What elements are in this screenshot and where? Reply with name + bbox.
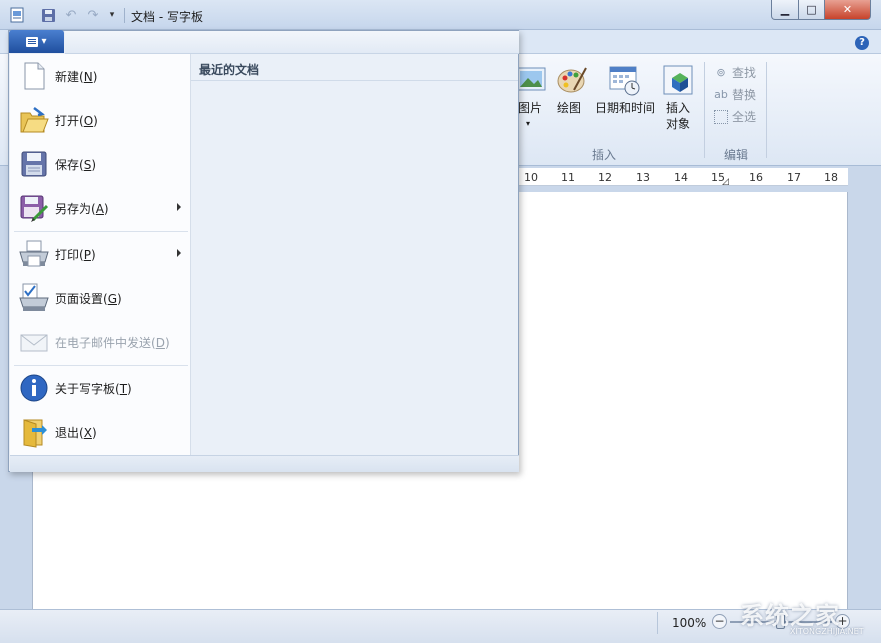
replace-button[interactable]: ab 替换	[714, 86, 756, 103]
ruler-tick: 13	[636, 171, 650, 184]
insert-object-label-line1: 插入	[666, 101, 691, 115]
recent-documents-title: 最近的文档	[199, 63, 260, 77]
status-separator	[657, 612, 658, 634]
menu-accelerator-key: A	[95, 202, 104, 216]
menu-top-strip	[65, 31, 519, 54]
binoculars-icon: ⊚	[716, 65, 726, 79]
find-label: 查找	[732, 66, 757, 80]
menu-accelerator-key: G	[107, 292, 118, 306]
menu-item-about[interactable]: 关于写字板(T)	[10, 366, 191, 410]
close-button[interactable]: ✕	[824, 0, 871, 20]
ribbon-group-separator-edit	[766, 62, 767, 158]
menu-accelerator-key: T	[119, 382, 128, 396]
date-time-button[interactable]: 日期和时间	[595, 100, 655, 116]
insert-object-label-line2: 对象	[666, 117, 691, 131]
ruler-tick: 10	[524, 171, 538, 184]
info-icon	[20, 374, 48, 402]
menu-accelerator-key: P	[83, 248, 91, 262]
recent-documents-panel: 最近的文档	[191, 54, 518, 455]
replace-label: 替换	[732, 88, 757, 102]
menu-item-exit[interactable]: 退出(X)	[10, 410, 191, 454]
replace-icon: ab	[714, 87, 728, 101]
menu-bottom-strip	[10, 455, 519, 472]
menu-item-send-email: 在电子邮件中发送(D)	[10, 320, 191, 364]
menu-item-save-as[interactable]: 另存为(A)	[10, 186, 191, 230]
menu-document-icon	[26, 36, 39, 47]
menu-accelerator-key: S	[83, 158, 92, 172]
ruler-tick: 17	[787, 171, 801, 184]
submenu-arrow-icon	[177, 203, 181, 211]
ruler-tick: 11	[561, 171, 575, 184]
find-button[interactable]: ⊚ 查找	[714, 64, 756, 81]
menu-accelerator-key: D	[155, 336, 165, 350]
select-all-label: 全选	[732, 110, 757, 124]
page-setup-icon	[19, 283, 49, 311]
menu-accelerator-key: O	[83, 114, 94, 128]
picture-dropdown-icon[interactable]: ▾	[526, 116, 530, 132]
title-bar: ↶ ↷ ▾ 文档 - 写字板 ▁ □ ✕	[0, 0, 881, 30]
application-menu: 新建(N) 打开(O) 保存(S) 另存为(A) 打印(P) 页面设置(G) 在…	[8, 30, 519, 472]
menu-item-label: 打印	[55, 248, 80, 262]
paint-drawing-button[interactable]: 绘图	[557, 100, 581, 116]
save-disk-icon	[21, 151, 47, 177]
watermark-subtext: XITONGZHIJIA.NET	[790, 627, 864, 636]
insert-object-button[interactable]: 插入 对象	[666, 100, 690, 132]
ribbon-group-separator	[704, 62, 705, 158]
minimize-button[interactable]: ▁	[771, 0, 799, 20]
paint-palette-icon[interactable]	[556, 64, 588, 96]
menu-item-label: 退出	[55, 426, 80, 440]
menu-item-label: 新建	[55, 70, 80, 84]
edit-group-label: 编辑	[724, 148, 749, 162]
select-all-button[interactable]: 全选	[714, 108, 756, 125]
menu-item-print[interactable]: 打印(P)	[10, 232, 191, 276]
open-folder-icon	[20, 107, 49, 133]
recent-documents-divider	[191, 80, 518, 81]
insert-group-label: 插入	[592, 148, 617, 162]
menu-item-open[interactable]: 打开(O)	[10, 98, 191, 142]
help-icon[interactable]: ?	[855, 36, 869, 50]
menu-dropdown-icon: ▾	[41, 36, 47, 47]
zoom-level: 100%	[672, 616, 707, 630]
quick-access-separator	[124, 8, 125, 23]
application-menu-button[interactable]: ▾	[9, 30, 64, 53]
menu-item-label: 关于写字板	[55, 382, 116, 396]
maximize-button[interactable]: □	[798, 0, 825, 20]
ruler-tick: 14	[674, 171, 688, 184]
watermark-text: 系统之家	[740, 602, 840, 630]
ruler[interactable]: 10 11 12 13 14 15 16 17 18 ◿	[518, 168, 848, 187]
window-title: 文档 - 写字板	[131, 10, 203, 24]
menu-item-save[interactable]: 保存(S)	[10, 142, 191, 186]
redo-icon[interactable]: ↷	[84, 6, 102, 24]
menu-item-label: 打开	[55, 114, 80, 128]
email-icon	[20, 334, 48, 352]
save-as-icon	[20, 195, 49, 222]
submenu-arrow-icon	[177, 249, 181, 257]
calendar-clock-icon[interactable]	[608, 64, 640, 96]
save-icon[interactable]	[39, 6, 57, 24]
app-icon[interactable]	[8, 6, 26, 24]
new-document-icon	[24, 62, 45, 90]
customize-icon[interactable]: ▾	[103, 6, 121, 24]
ruler-tick: 18	[824, 171, 838, 184]
insert-picture-button[interactable]: 图片	[516, 100, 544, 116]
menu-item-label: 另存为	[55, 202, 92, 216]
undo-icon[interactable]: ↶	[62, 6, 80, 24]
picture-icon[interactable]	[516, 66, 546, 94]
menu-item-label: 保存	[55, 158, 80, 172]
ruler-tick: 16	[749, 171, 763, 184]
zoom-out-button[interactable]: −	[712, 614, 727, 629]
menu-command-list: 新建(N) 打开(O) 保存(S) 另存为(A) 打印(P) 页面设置(G) 在…	[10, 54, 191, 455]
select-all-icon	[714, 109, 728, 124]
menu-accelerator-key: X	[83, 426, 92, 440]
menu-accelerator-key: N	[83, 70, 93, 84]
watermark-logo: 系统之家	[740, 596, 840, 631]
exit-icon	[23, 419, 47, 448]
menu-item-page-setup[interactable]: 页面设置(G)	[10, 276, 191, 320]
menu-item-label: 页面设置	[55, 292, 104, 306]
menu-item-new[interactable]: 新建(N)	[10, 54, 191, 98]
menu-item-label: 在电子邮件中发送	[55, 336, 152, 350]
insert-object-icon[interactable]	[662, 64, 694, 96]
printer-icon	[19, 240, 49, 267]
ruler-tick: 12	[598, 171, 612, 184]
